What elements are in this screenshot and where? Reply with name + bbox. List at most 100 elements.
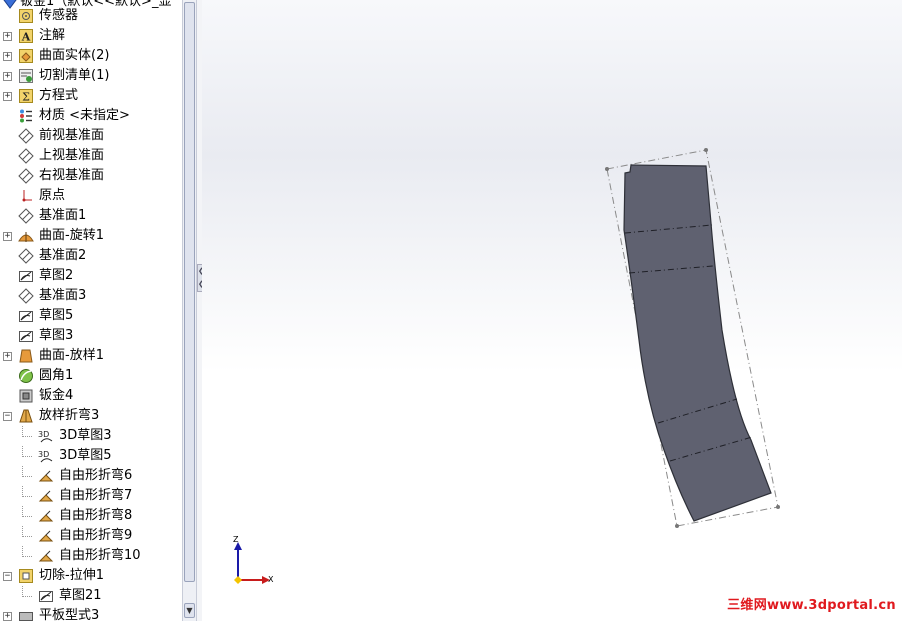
freeform-bend-icon — [38, 488, 54, 504]
plane-icon — [18, 208, 34, 224]
tree-item-label: 草图2 — [39, 268, 74, 283]
tree-item[interactable]: 上视基准面 — [0, 146, 182, 166]
tree-item[interactable]: 自由形折弯7 — [0, 486, 182, 506]
tree-item[interactable]: 自由形折弯6 — [0, 466, 182, 486]
3d-sketch-icon: 3D — [38, 428, 54, 444]
tree-item-label: 平板型式3 — [39, 608, 100, 621]
plane-icon — [18, 288, 34, 304]
bbox-corner — [776, 505, 780, 509]
scrollbar-thumb[interactable] — [184, 2, 195, 582]
tree-item[interactable]: − 切除-拉伸1 — [0, 566, 182, 586]
sensor-icon — [18, 8, 34, 24]
tree-item[interactable]: 钣金4 — [0, 386, 182, 406]
expand-icon[interactable]: + — [3, 72, 12, 81]
tree-scrollbar[interactable]: ▼ — [182, 0, 196, 621]
tree-connector — [22, 586, 32, 597]
tree-item-label: 基准面3 — [39, 288, 87, 303]
tree-item[interactable]: − 放样折弯3 — [0, 406, 182, 426]
tree-item[interactable]: 3D 3D草图3 — [0, 426, 182, 446]
tree-connector — [22, 506, 32, 517]
collapse-icon[interactable]: − — [3, 412, 12, 421]
tree-item[interactable]: 传感器 — [0, 6, 182, 26]
tree-item-label: 放样折弯3 — [39, 408, 100, 423]
expand-icon[interactable]: + — [3, 352, 12, 361]
tree-item[interactable]: 材质 <未指定> — [0, 106, 182, 126]
tree-item-label: 切除-拉伸1 — [39, 568, 104, 583]
tree-item[interactable]: + Σ 方程式 — [0, 86, 182, 106]
tree-item[interactable]: 右视基准面 — [0, 166, 182, 186]
freeform-bend-icon — [38, 508, 54, 524]
triad-x-label: X — [268, 575, 274, 584]
tree-item[interactable]: + 切割清单(1) — [0, 66, 182, 86]
bbox-corner — [704, 148, 708, 152]
3d-sketch-icon: 3D — [38, 448, 54, 464]
tree-item-label: 圆角1 — [39, 368, 74, 383]
tree-item[interactable]: + 曲面-放样1 — [0, 346, 182, 366]
graphics-viewport[interactable]: Z X 三维网www.3dportal.cn — [202, 0, 902, 621]
cut-extrude-icon — [18, 568, 34, 584]
tree-item[interactable]: 前视基准面 — [0, 126, 182, 146]
tree-connector — [22, 486, 32, 497]
sketch-icon — [18, 328, 34, 344]
tree-item-label: 传感器 — [39, 8, 79, 23]
model-view — [605, 148, 780, 528]
tree-item[interactable]: 自由形折弯8 — [0, 506, 182, 526]
tree-item-label: 自由形折弯10 — [59, 548, 141, 563]
cut-list-icon — [18, 68, 34, 84]
expand-icon[interactable]: + — [3, 232, 12, 241]
tree-item[interactable]: 草图21 — [0, 586, 182, 606]
tree-item-label: 曲面-放样1 — [39, 348, 104, 363]
tree-item[interactable]: 原点 — [0, 186, 182, 206]
tree-item-label: 草图21 — [59, 588, 102, 603]
expand-icon[interactable]: + — [3, 52, 12, 61]
annotation-icon: A — [18, 28, 34, 44]
tree-item-label: 上视基准面 — [39, 148, 105, 163]
tree-item[interactable]: + 平板型式3 — [0, 606, 182, 621]
surface-loft-icon — [18, 348, 34, 364]
freeform-bend-icon — [38, 548, 54, 564]
tree-connector — [22, 446, 32, 457]
fillet-icon — [18, 368, 34, 384]
lofted-bend-icon — [18, 408, 34, 424]
tree-item-label: 草图3 — [39, 328, 74, 343]
scroll-down-arrow-icon[interactable]: ▼ — [184, 603, 195, 618]
expand-icon[interactable]: + — [3, 612, 12, 621]
tree-item[interactable]: 自由形折弯9 — [0, 526, 182, 546]
material-icon — [18, 108, 34, 124]
tree-item[interactable]: 基准面3 — [0, 286, 182, 306]
tree-item[interactable]: 基准面1 — [0, 206, 182, 226]
tree-item[interactable]: 自由形折弯10 — [0, 546, 182, 566]
collapse-icon[interactable]: − — [3, 572, 12, 581]
tree-item[interactable]: + 曲面实体(2) — [0, 46, 182, 66]
tree-item[interactable]: 草图2 — [0, 266, 182, 286]
tree-item-label: 方程式 — [39, 88, 79, 103]
tree-item-label: 注解 — [39, 28, 66, 43]
sketch-icon — [18, 268, 34, 284]
orientation-triad: Z X — [228, 535, 280, 588]
plane-icon — [18, 148, 34, 164]
tree-item-label: 自由形折弯7 — [59, 488, 133, 503]
tree-connector — [22, 426, 32, 437]
tree-connector — [22, 526, 32, 537]
tree-item[interactable]: 草图3 — [0, 326, 182, 346]
tree-item[interactable]: 3D 3D草图5 — [0, 446, 182, 466]
freeform-bend-icon — [38, 468, 54, 484]
tree-item[interactable]: 圆角1 — [0, 366, 182, 386]
expand-icon[interactable]: + — [3, 32, 12, 41]
tree-item[interactable]: 基准面2 — [0, 246, 182, 266]
tree-item-label: 曲面实体(2) — [39, 48, 110, 63]
surface-bodies-icon — [18, 48, 34, 64]
tree-item-label: 原点 — [39, 188, 66, 203]
expand-icon[interactable]: + — [3, 92, 12, 101]
flat-pattern-icon — [18, 608, 34, 621]
tree-item-label: 前视基准面 — [39, 128, 105, 143]
tree-item[interactable]: + A 注解 — [0, 26, 182, 46]
tree-item-label: 基准面2 — [39, 248, 87, 263]
svg-text:3D: 3D — [38, 450, 49, 459]
plane-icon — [18, 248, 34, 264]
triad-z-label: Z — [233, 535, 239, 544]
sheet-metal-part — [623, 164, 772, 522]
tree-item[interactable]: 草图5 — [0, 306, 182, 326]
watermark: 三维网www.3dportal.cn — [727, 598, 896, 613]
tree-item[interactable]: + 曲面-旋转1 — [0, 226, 182, 246]
